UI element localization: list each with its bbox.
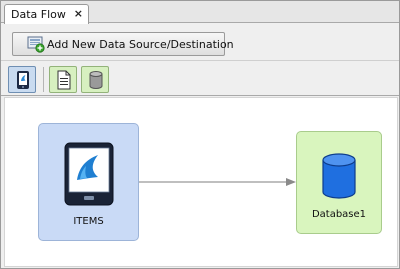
node-label: Database1 [311, 209, 367, 220]
entity-node-items[interactable]: ITEMS [38, 123, 139, 241]
mobile-entity-icon [64, 142, 114, 206]
close-icon[interactable]: × [74, 7, 83, 20]
database-tool-button[interactable] [81, 66, 109, 93]
tab-data-flow[interactable]: Data Flow × [4, 4, 89, 24]
node-label: ITEMS [73, 216, 104, 227]
database-icon [322, 153, 356, 199]
palette-toolbar [1, 62, 399, 96]
add-data-source-label: Add New Data Source/Destination [47, 38, 234, 51]
database-icon [89, 71, 103, 89]
toolbar-separator [43, 67, 44, 92]
top-toolbar: Add New Data Source/Destination [1, 24, 399, 61]
add-data-source-icon [27, 36, 45, 53]
tab-label: Data Flow [11, 8, 66, 21]
entity-tool-button[interactable] [8, 66, 36, 93]
document-tool-button[interactable] [49, 66, 77, 93]
add-data-source-button[interactable]: Add New Data Source/Destination [12, 32, 234, 56]
tab-strip: Data Flow × [1, 1, 399, 24]
database-node-database1[interactable]: Database1 [296, 131, 382, 234]
document-icon [57, 70, 71, 90]
flow-canvas[interactable]: ITEMS Database1 [4, 97, 398, 267]
data-flow-panel: Data Flow × Add New Data Source/Destinat… [0, 0, 400, 269]
mobile-entity-icon [17, 71, 29, 89]
